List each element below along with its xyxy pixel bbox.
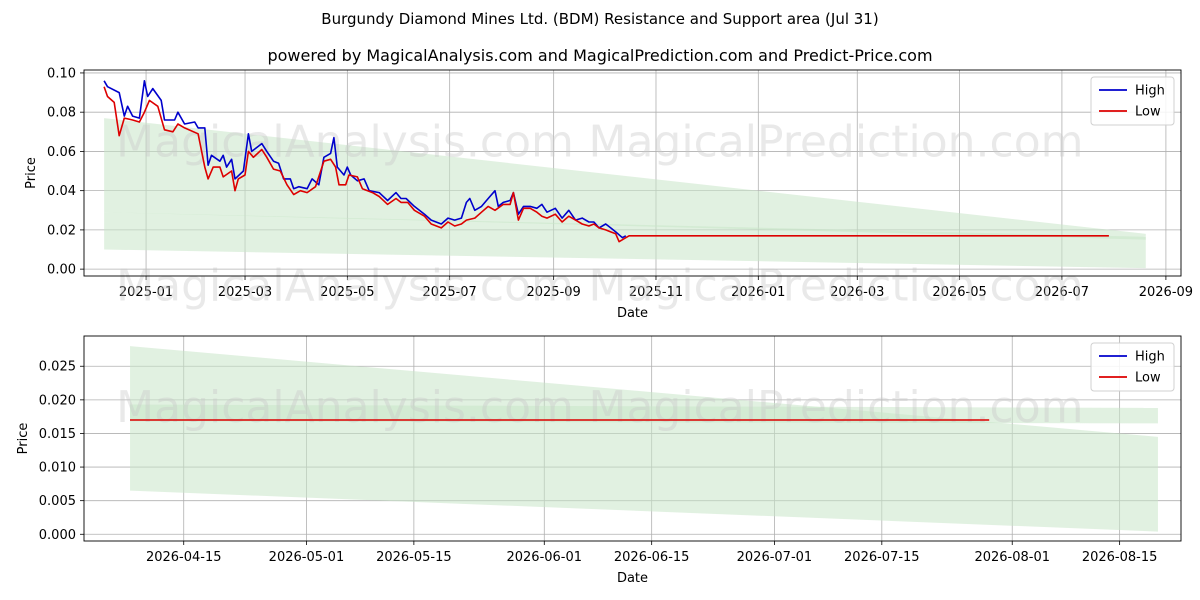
watermark-text: MagicalPrediction.com — [589, 261, 1084, 312]
legend-label-high: High — [1135, 84, 1165, 99]
x-tick-label: 2026-04-15 — [146, 550, 222, 565]
y-tick-label: 0.000 — [39, 528, 76, 543]
y-tick-label: 0.010 — [39, 461, 76, 476]
x-tick-label: 2026-09 — [1139, 285, 1193, 300]
legend-label-low: Low — [1135, 371, 1161, 386]
chart-panel-2: 2026-04-15 2026-05-01 2026-05-15 2026-06-01… — [16, 335, 1182, 586]
watermark-text: MagicalPrediction.com — [589, 382, 1084, 433]
y-tick-label: 0.08 — [47, 106, 76, 121]
y-tick-label: 0.015 — [39, 427, 76, 442]
x-tick-label: 2026-06-01 — [506, 550, 582, 565]
y-axis-label: Price — [16, 423, 31, 455]
chart-top: 2025-01 2025-03 2025-05 2025-07 2025-09 2025-… — [16, 66, 1193, 586]
y-tick-label: 0.02 — [47, 223, 76, 238]
y-tick-label: 0.00 — [47, 263, 76, 278]
y-tick-label: 0.025 — [39, 360, 76, 375]
legend-label-high: High — [1135, 350, 1165, 365]
support-resistance-band — [130, 346, 1158, 532]
y-tick-label: 0.005 — [39, 494, 76, 509]
y-tick-label: 0.020 — [39, 393, 76, 408]
watermark-text: MagicalPrediction.com — [589, 117, 1084, 168]
y-tick-label: 0.06 — [47, 145, 76, 160]
y-tick-label: 0.10 — [47, 66, 76, 81]
x-tick-label: 2026-07-15 — [844, 550, 920, 565]
x-tick-label: 2026-08-01 — [974, 550, 1050, 565]
x-axis-label: Date — [617, 306, 648, 321]
x-axis-label: Date — [617, 571, 648, 586]
y-tick-label: 0.04 — [47, 184, 76, 199]
legend-label-low: Low — [1135, 105, 1161, 120]
x-tick-label: 2026-08-15 — [1082, 550, 1158, 565]
y-axis-label: Price — [24, 157, 39, 189]
x-tick-label: 2026-07-01 — [737, 550, 813, 565]
x-tick-label: 2026-05-15 — [376, 550, 452, 565]
watermark-text: MagicalAnalysis.com — [116, 382, 574, 433]
x-tick-label: 2026-05-01 — [269, 550, 345, 565]
watermark-text: MagicalAnalysis.com — [116, 261, 574, 312]
chart-panel-1: 2025-01 2025-03 2025-05 2025-07 2025-09 2025-… — [24, 66, 1193, 321]
x-tick-label: 2026-06-15 — [614, 550, 690, 565]
